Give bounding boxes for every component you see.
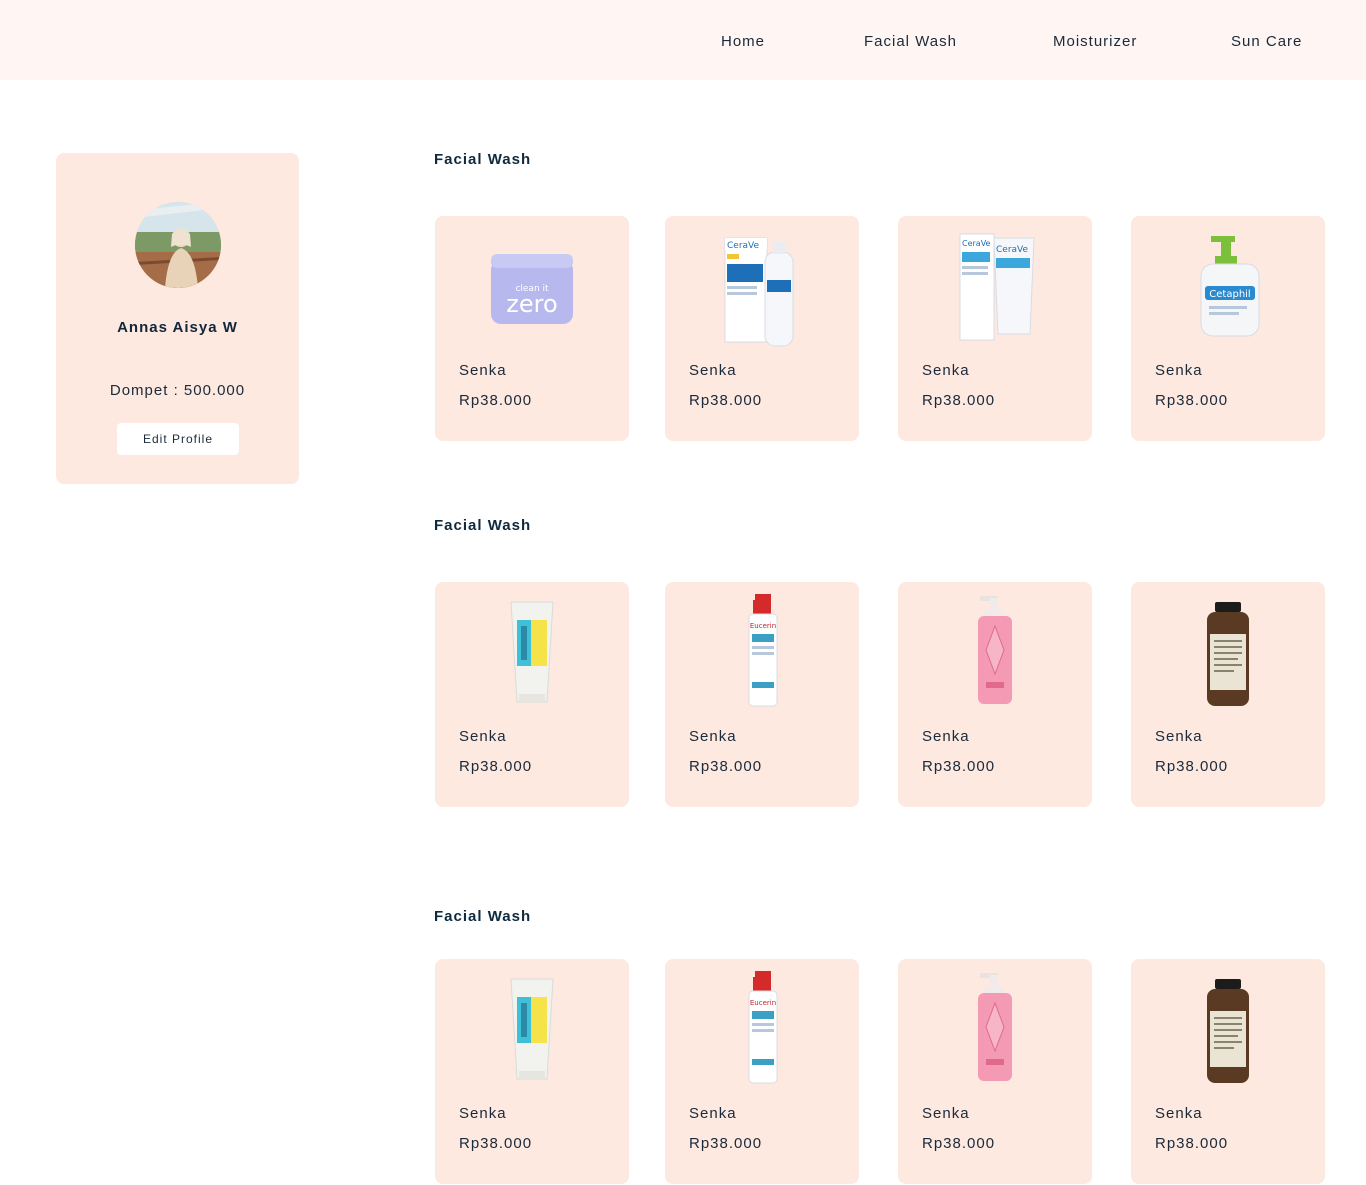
product-price: Rp38.000 [922,758,996,775]
product-price: Rp38.000 [689,1135,763,1152]
nav-moisturizer[interactable]: Moisturizer [1053,33,1137,50]
edit-profile-button[interactable]: Edit Profile [117,423,239,455]
svg-text:CeraVe: CeraVe [996,245,1028,255]
nav-facial-wash[interactable]: Facial Wash [864,33,957,50]
svg-text:Eucerin: Eucerin [750,622,776,630]
product-card[interactable]: Senka Rp38.000 [1131,582,1325,807]
svg-text:CeraVe: CeraVe [727,241,759,251]
pink-pump-bottle-icon [978,596,1012,704]
pink-pump-bottle-icon [978,973,1012,1081]
product-name: Senka [689,728,737,745]
product-price: Rp38.000 [459,1135,533,1152]
cream-tubes-icon: CeraVe CeraVe [959,233,1035,341]
cleansing-balm-jar-icon: clean it zero [491,254,573,324]
product-price: Rp38.000 [459,758,533,775]
section-title: Facial Wash [434,908,532,925]
product-price: Rp38.000 [459,392,533,409]
section-title: Facial Wash [434,151,532,168]
product-price: Rp38.000 [1155,758,1229,775]
product-card[interactable]: Eucerin Senka Rp38.000 [665,582,859,807]
svg-text:zero: zero [506,290,557,318]
wallet-balance: Dompet : 500.000 [109,382,246,399]
product-card[interactable]: CeraVe CeraVe Senka Rp38.000 [898,216,1092,441]
product-name: Senka [689,1105,737,1122]
product-price: Rp38.000 [689,758,763,775]
cleanser-tube-icon [510,978,554,1080]
brown-toner-bottle-icon [1207,602,1249,706]
product-card[interactable]: CeraVe Senka Rp38.000 [665,216,859,441]
product-name: Senka [922,362,970,379]
product-name: Senka [1155,728,1203,745]
top-navbar: Home Facial Wash Moisturizer Sun Care [0,0,1366,80]
cleanser-tube-icon [510,601,554,703]
product-price: Rp38.000 [1155,392,1229,409]
profile-card: Annas Aisya W Dompet : 500.000 Edit Prof… [56,153,299,484]
product-card[interactable]: Senka Rp38.000 [898,582,1092,807]
product-name: Senka [1155,1105,1203,1122]
product-name: Senka [459,1105,507,1122]
svg-text:Cetaphil: Cetaphil [1209,289,1250,300]
product-card[interactable]: Senka Rp38.000 [435,582,629,807]
product-price: Rp38.000 [922,392,996,409]
lotion-pump-red-icon: Eucerin [748,971,778,1084]
section-title: Facial Wash [434,517,532,534]
product-name: Senka [459,362,507,379]
lotion-pump-red-icon: Eucerin [748,594,778,707]
avatar [135,202,221,288]
product-card[interactable]: Senka Rp38.000 [1131,959,1325,1184]
nav-sun-care[interactable]: Sun Care [1231,33,1302,50]
profile-name: Annas Aisya W [117,319,238,336]
product-price: Rp38.000 [922,1135,996,1152]
product-card[interactable]: clean it zero Senka Rp38.000 [435,216,629,441]
product-name: Senka [922,1105,970,1122]
nav-home[interactable]: Home [721,33,765,50]
product-price: Rp38.000 [1155,1135,1229,1152]
svg-text:CeraVe: CeraVe [962,239,991,248]
product-price: Rp38.000 [689,392,763,409]
pump-bottle-white-icon: Cetaphil [1200,236,1260,337]
product-card[interactable]: Senka Rp38.000 [898,959,1092,1184]
product-card[interactable]: Eucerin Senka Rp38.000 [665,959,859,1184]
product-name: Senka [459,728,507,745]
moisturizing-lotion-box-icon: CeraVe [724,237,794,347]
product-name: Senka [1155,362,1203,379]
brown-toner-bottle-icon [1207,979,1249,1083]
product-name: Senka [689,362,737,379]
product-name: Senka [922,728,970,745]
svg-text:Eucerin: Eucerin [750,999,776,1007]
product-card[interactable]: Senka Rp38.000 [435,959,629,1184]
product-card[interactable]: Cetaphil Senka Rp38.000 [1131,216,1325,441]
